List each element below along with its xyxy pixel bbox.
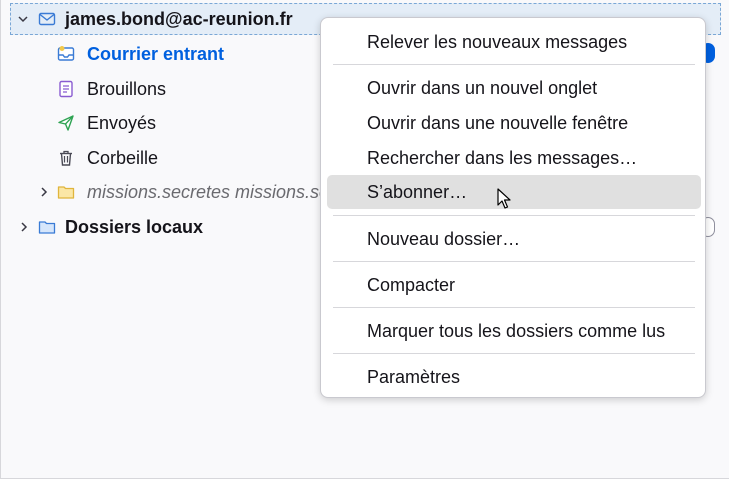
menu-separator bbox=[333, 307, 695, 308]
menu-item-label: Relever les nouveaux messages bbox=[367, 31, 628, 52]
menu-item-label: S’abonner… bbox=[367, 181, 468, 202]
context-menu: Relever les nouveaux messages Ouvrir dan… bbox=[320, 17, 706, 398]
menu-item-label: Ouvrir dans un nouvel onglet bbox=[367, 77, 598, 98]
menu-item-label: Marquer tous les dossiers comme lus bbox=[367, 320, 666, 341]
menu-item-subscribe[interactable]: S’abonner… bbox=[327, 175, 701, 209]
folder-label: Corbeille bbox=[87, 147, 159, 168]
menu-item-open-new-tab[interactable]: Ouvrir dans un nouvel onglet bbox=[327, 71, 701, 105]
menu-item-label: Ouvrir dans une nouvelle fenêtre bbox=[367, 112, 629, 133]
sent-icon bbox=[56, 113, 76, 133]
menu-item-label: Paramètres bbox=[367, 366, 461, 387]
menu-item-settings[interactable]: Paramètres bbox=[327, 360, 701, 394]
menu-item-get-messages[interactable]: Relever les nouveaux messages bbox=[327, 25, 701, 59]
inbox-icon bbox=[56, 44, 76, 64]
folder-label: Brouillons bbox=[87, 78, 167, 99]
drafts-icon bbox=[56, 79, 76, 99]
local-folder-icon bbox=[37, 217, 57, 237]
folder-label: Envoyés bbox=[87, 112, 157, 133]
mouse-pointer-icon bbox=[497, 188, 511, 209]
menu-item-label: Nouveau dossier… bbox=[367, 228, 521, 249]
menu-item-new-folder[interactable]: Nouveau dossier… bbox=[327, 222, 701, 256]
folder-icon bbox=[56, 182, 76, 202]
menu-item-mark-all-read[interactable]: Marquer tous les dossiers comme lus bbox=[327, 314, 701, 348]
menu-item-label: Rechercher dans les messages… bbox=[367, 147, 638, 168]
menu-item-search-messages[interactable]: Rechercher dans les messages… bbox=[327, 141, 701, 175]
menu-item-compact[interactable]: Compacter bbox=[327, 268, 701, 302]
folder-label: Courrier entrant bbox=[87, 43, 225, 64]
chevron-down-icon[interactable] bbox=[17, 13, 29, 25]
menu-separator bbox=[333, 261, 695, 262]
chevron-right-icon[interactable] bbox=[18, 221, 30, 233]
account-label: james.bond@ac-reunion.fr bbox=[65, 8, 293, 29]
menu-separator bbox=[333, 64, 695, 65]
folder-label: missions.secretes missions.sec bbox=[87, 181, 339, 202]
menu-separator bbox=[333, 215, 695, 216]
menu-item-label: Compacter bbox=[367, 274, 456, 295]
menu-separator bbox=[333, 353, 695, 354]
mail-account-icon bbox=[37, 9, 57, 29]
chevron-right-icon[interactable] bbox=[38, 186, 50, 198]
menu-item-open-new-window[interactable]: Ouvrir dans une nouvelle fenêtre bbox=[327, 106, 701, 140]
local-folders-label: Dossiers locaux bbox=[65, 216, 204, 237]
trash-icon bbox=[56, 148, 76, 168]
